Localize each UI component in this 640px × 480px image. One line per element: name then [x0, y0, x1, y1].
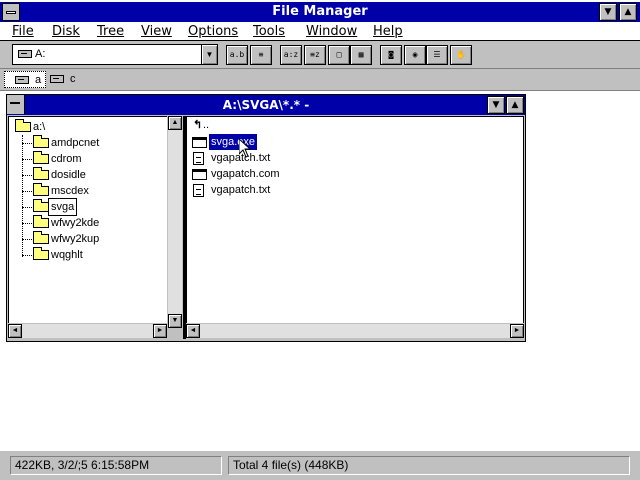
file-item[interactable]: vgapatch.com	[189, 166, 389, 182]
up-arrow-icon: ↰	[193, 119, 203, 131]
parent-directory-item[interactable]: ↰ ..	[189, 117, 389, 133]
child-system-menu-icon	[10, 102, 20, 104]
scroll-up-arrow-icon[interactable]: ▲	[168, 116, 182, 130]
scroll-left-arrow-icon[interactable]: ◄	[8, 324, 22, 338]
app-title: File Manager	[272, 4, 368, 19]
file-item[interactable]: vgapatch.txt	[189, 182, 389, 198]
dropdown-arrow-icon[interactable]: ▼	[201, 45, 217, 64]
file-item-selected[interactable]: svga.exe	[189, 134, 389, 150]
tree-folder[interactable]: mscdex	[31, 183, 161, 199]
floppy-drive-icon	[15, 76, 29, 84]
tree-folder[interactable]: wfwy2kup	[31, 231, 161, 247]
system-menu-icon	[6, 11, 16, 14]
drive-select[interactable]: A: ▼	[12, 44, 218, 65]
mouse-pointer-icon	[239, 139, 251, 158]
scroll-left-arrow-icon[interactable]: ◄	[186, 324, 200, 338]
maximize-button[interactable]: ▲	[619, 3, 637, 21]
tree-root[interactable]: a:\	[13, 119, 163, 135]
program-icon	[192, 137, 207, 148]
file-item[interactable]: vgapatch.txt	[189, 150, 389, 166]
status-total-info: Total 4 file(s) (448KB)	[228, 456, 630, 475]
sort-name-tool[interactable]: a:z	[280, 45, 302, 65]
minimize-icon: ▼	[492, 100, 500, 110]
scroll-right-arrow-icon[interactable]: ►	[153, 324, 167, 338]
document-icon	[193, 184, 204, 197]
directory-tree-pane: a:\ amdpcnet cdrom dosidle mscdex svga w…	[8, 116, 168, 328]
folder-icon	[33, 135, 49, 148]
connect-drive-tool[interactable]: ◙	[380, 45, 402, 65]
share-tool[interactable]: ☰	[426, 45, 448, 65]
tree-horizontal-scrollbar[interactable]: ◄ ►	[8, 323, 167, 339]
document-icon	[193, 152, 204, 165]
folder-icon	[33, 167, 49, 180]
folder-icon	[33, 183, 49, 196]
program-icon	[192, 169, 207, 180]
menu-window[interactable]: Window	[306, 23, 357, 40]
drive-select-value: A:	[35, 48, 46, 60]
tree-vertical-scrollbar[interactable]: ▲ ▼	[167, 116, 183, 328]
folder-icon	[33, 231, 49, 244]
child-system-menu-button[interactable]	[7, 95, 25, 114]
child-maximize-button[interactable]: ▲	[506, 96, 524, 114]
view-details-tool[interactable]: ≡	[250, 45, 272, 65]
directory-window-title: A:\SVGA\*.* -	[222, 98, 310, 112]
menu-disk[interactable]: Disk	[52, 23, 80, 40]
menu-file[interactable]: File	[12, 23, 34, 40]
tree-folder[interactable]: wqghlt	[31, 247, 161, 263]
minimize-icon: ▼	[604, 7, 612, 17]
directory-window: A:\SVGA\*.* - ▼ ▲ a:\ amdpcnet cdrom dos…	[6, 94, 526, 342]
tree-folder-selected[interactable]: svga	[31, 198, 161, 216]
app-title-bar[interactable]: File Manager ▼ ▲	[0, 2, 640, 22]
sort-size-tool[interactable]: □	[328, 45, 350, 65]
minimize-button[interactable]: ▼	[599, 3, 617, 21]
sort-date-tool[interactable]: ▦	[350, 45, 372, 65]
folder-icon	[33, 247, 49, 260]
tree-folder[interactable]: dosidle	[31, 167, 161, 183]
status-selection-info: 422KB, 3/2/;5 6:15:58PM	[10, 456, 222, 475]
menu-tree[interactable]: Tree	[97, 23, 124, 40]
menu-tools[interactable]: Tools	[253, 23, 285, 40]
drive-c[interactable]: c	[40, 71, 76, 88]
menu-bar: File Disk Tree View Options Tools Window…	[0, 22, 640, 41]
menu-help[interactable]: Help	[373, 23, 403, 40]
toolbar: A: ▼ a.b ≡ a:z ≡z □ ▦ ◙ ◉ ☰ ✋	[0, 41, 640, 69]
system-menu-button[interactable]	[2, 3, 20, 21]
maximize-icon: ▲	[624, 7, 632, 17]
folder-open-icon	[33, 199, 49, 212]
drive-bar: a c	[0, 69, 640, 91]
directory-window-title-bar[interactable]: A:\SVGA\*.* - ▼ ▲	[7, 95, 525, 115]
maximize-icon: ▲	[511, 100, 519, 110]
child-minimize-button[interactable]: ▼	[487, 96, 505, 114]
folder-open-icon	[15, 119, 31, 132]
hard-drive-icon	[50, 75, 64, 83]
folder-icon	[33, 215, 49, 228]
tree-folder[interactable]: amdpcnet	[31, 135, 161, 151]
disconnect-drive-tool[interactable]: ◉	[404, 45, 426, 65]
sort-type-tool[interactable]: ≡z	[304, 45, 326, 65]
tree-folder[interactable]: cdrom	[31, 151, 161, 167]
scroll-down-arrow-icon[interactable]: ▼	[168, 314, 182, 328]
stop-share-tool[interactable]: ✋	[450, 45, 472, 65]
tree-folder[interactable]: wfwy2kde	[31, 215, 161, 231]
file-horizontal-scrollbar[interactable]: ◄ ►	[186, 323, 524, 339]
menu-view[interactable]: View	[141, 23, 172, 40]
drive-icon	[18, 50, 32, 58]
folder-icon	[33, 151, 49, 164]
view-name-tool[interactable]: a.b	[226, 45, 248, 65]
menu-options[interactable]: Options	[188, 23, 238, 40]
status-bar: 422KB, 3/2/;5 6:15:58PM Total 4 file(s) …	[0, 450, 640, 480]
scroll-right-arrow-icon[interactable]: ►	[510, 324, 524, 338]
file-list-pane: ↰ .. svga.exe vgapatch.txt vgapatch.com …	[186, 116, 524, 324]
